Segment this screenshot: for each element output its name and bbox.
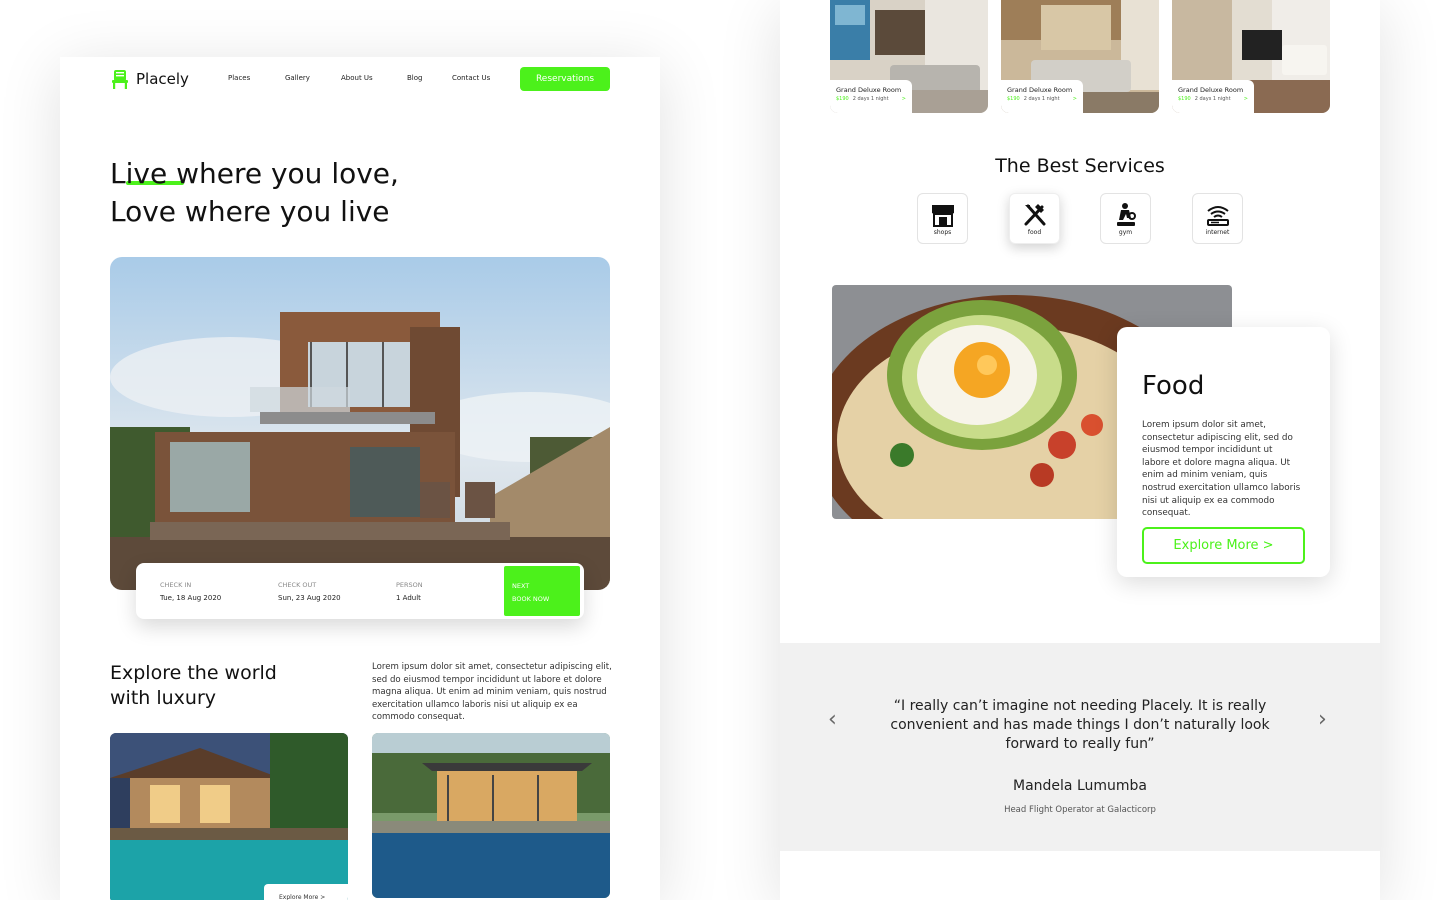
testimonial-role: Head Flight Operator at Galacticorp [1004,805,1156,815]
service-label: gym [1118,229,1133,236]
person-label: PERSON [396,581,423,589]
nav-blog[interactable]: Blog [407,74,452,82]
room-card[interactable]: Grand Deluxe Room $190 2 days 1 night > [1001,0,1159,113]
food-description: Lorem ipsum dolor sit amet, consectetur … [1142,420,1301,519]
room-card[interactable]: Grand Deluxe Room $190 2 days 1 night > [1172,0,1330,113]
service-label: internet [1205,229,1230,236]
room-arrow-icon[interactable]: > [902,96,906,102]
person-field[interactable]: PERSON 1 Adult [396,581,423,602]
villa-pool-image[interactable]: Explore More > [110,733,348,900]
glass-house-pool-image[interactable] [372,733,610,898]
testimonial-next-arrow-icon[interactable]: › [1318,709,1332,731]
chair-logo-icon [110,69,130,89]
room-card[interactable]: Grand Deluxe Room $190 2 days 1 night > [830,0,988,113]
check-in-value: Tue, 18 Aug 2020 [160,594,222,602]
nav-gallery[interactable]: Gallery [285,74,341,82]
brand-name: Placely [136,70,189,88]
room-stay: 2 days 1 night [1194,96,1231,102]
next-label: NEXT [512,582,530,590]
service-label: shops [933,229,952,236]
services-title: The Best Services [995,155,1165,177]
explore-title-line1: Explore the world [110,662,277,684]
room-arrow-icon[interactable]: > [1073,96,1077,102]
room-name: Grand Deluxe Room [1178,86,1244,94]
room-name: Grand Deluxe Room [1007,86,1073,94]
room-price-row: $190 2 days 1 night > [1178,96,1254,102]
room-price: $190 [1007,96,1020,102]
service-gym[interactable]: gym [1100,193,1151,244]
food-explore-more-button[interactable]: Explore More > [1142,527,1305,564]
room-caption: Grand Deluxe Room $190 2 days 1 night > [830,80,912,113]
logo[interactable]: Placely [110,69,189,89]
nav-about-us[interactable]: About Us [341,74,407,82]
explore-description: Lorem ipsum dolor sit amet, consectetur … [372,662,612,723]
food-title: Food [1142,371,1205,401]
room-price-row: $190 2 days 1 night > [836,96,912,102]
check-out-label: CHECK OUT [278,581,317,589]
landing-page-left: Placely Places Gallery About Us Blog Con… [60,57,660,900]
testimonial-section: ‹ “I really can’t imagine not needing Pl… [780,643,1380,851]
room-caption: Grand Deluxe Room $190 2 days 1 night > [1172,80,1254,113]
explore-title-line2: with luxury [110,687,217,709]
hero-title: Live where you love, Love where you live [110,155,399,231]
room-price-row: $190 2 days 1 night > [1007,96,1083,102]
check-in-label: CHECK IN [160,581,192,589]
reservations-button[interactable]: Reservations [520,67,610,91]
service-label: food [1027,229,1042,236]
room-price: $190 [1178,96,1191,102]
room-name: Grand Deluxe Room [836,86,902,94]
check-in-field[interactable]: CHECK IN Tue, 18 Aug 2020 [160,581,221,602]
room-arrow-icon[interactable]: > [1244,96,1248,102]
book-now-label: BOOK NOW [512,595,550,603]
service-shops[interactable]: shops [917,193,968,244]
hero-title-line1: Live where you love, [110,157,399,190]
nav-places[interactable]: Places [228,74,285,82]
landing-page-right: Grand Deluxe Room $190 2 days 1 night > … [780,0,1380,900]
food-card: Food Lorem ipsum dolor sit amet, consect… [1117,327,1330,577]
nav-contact-us[interactable]: Contact Us [452,74,502,82]
room-caption: Grand Deluxe Room $190 2 days 1 night > [1001,80,1083,113]
explore-title: Explore the world with luxury [110,661,277,711]
room-stay: 2 days 1 night [1023,96,1060,102]
service-food[interactable]: food [1009,193,1060,244]
wifi-icon [1205,202,1231,228]
book-now-button[interactable]: NEXT BOOK NOW [504,566,580,616]
testimonial-prev-arrow-icon[interactable]: ‹ [828,709,842,731]
hero-house-image [110,257,610,590]
hero-title-line2: Love where you live [110,195,390,228]
design-board: Placely Places Gallery About Us Blog Con… [0,0,1440,900]
main-nav: Places Gallery About Us Blog Contact Us [228,74,502,82]
fork-knife-icon [1022,202,1048,228]
testimonial-name: Mandela Lumumba [1013,778,1147,794]
booking-bar: CHECK IN Tue, 18 Aug 2020 CHECK OUT Sun,… [136,563,584,619]
person-value: 1 Adult [396,594,421,602]
room-price: $190 [836,96,849,102]
check-out-field[interactable]: CHECK OUT Sun, 23 Aug 2020 [278,581,341,602]
testimonial-quote: “I really can’t imagine not needing Plac… [890,698,1270,752]
shop-icon [930,202,956,228]
explore-more-link[interactable]: Explore More > [264,884,348,900]
check-out-value: Sun, 23 Aug 2020 [278,594,341,602]
service-internet[interactable]: internet [1192,193,1243,244]
room-stay: 2 days 1 night [852,96,889,102]
gym-icon [1113,202,1139,228]
